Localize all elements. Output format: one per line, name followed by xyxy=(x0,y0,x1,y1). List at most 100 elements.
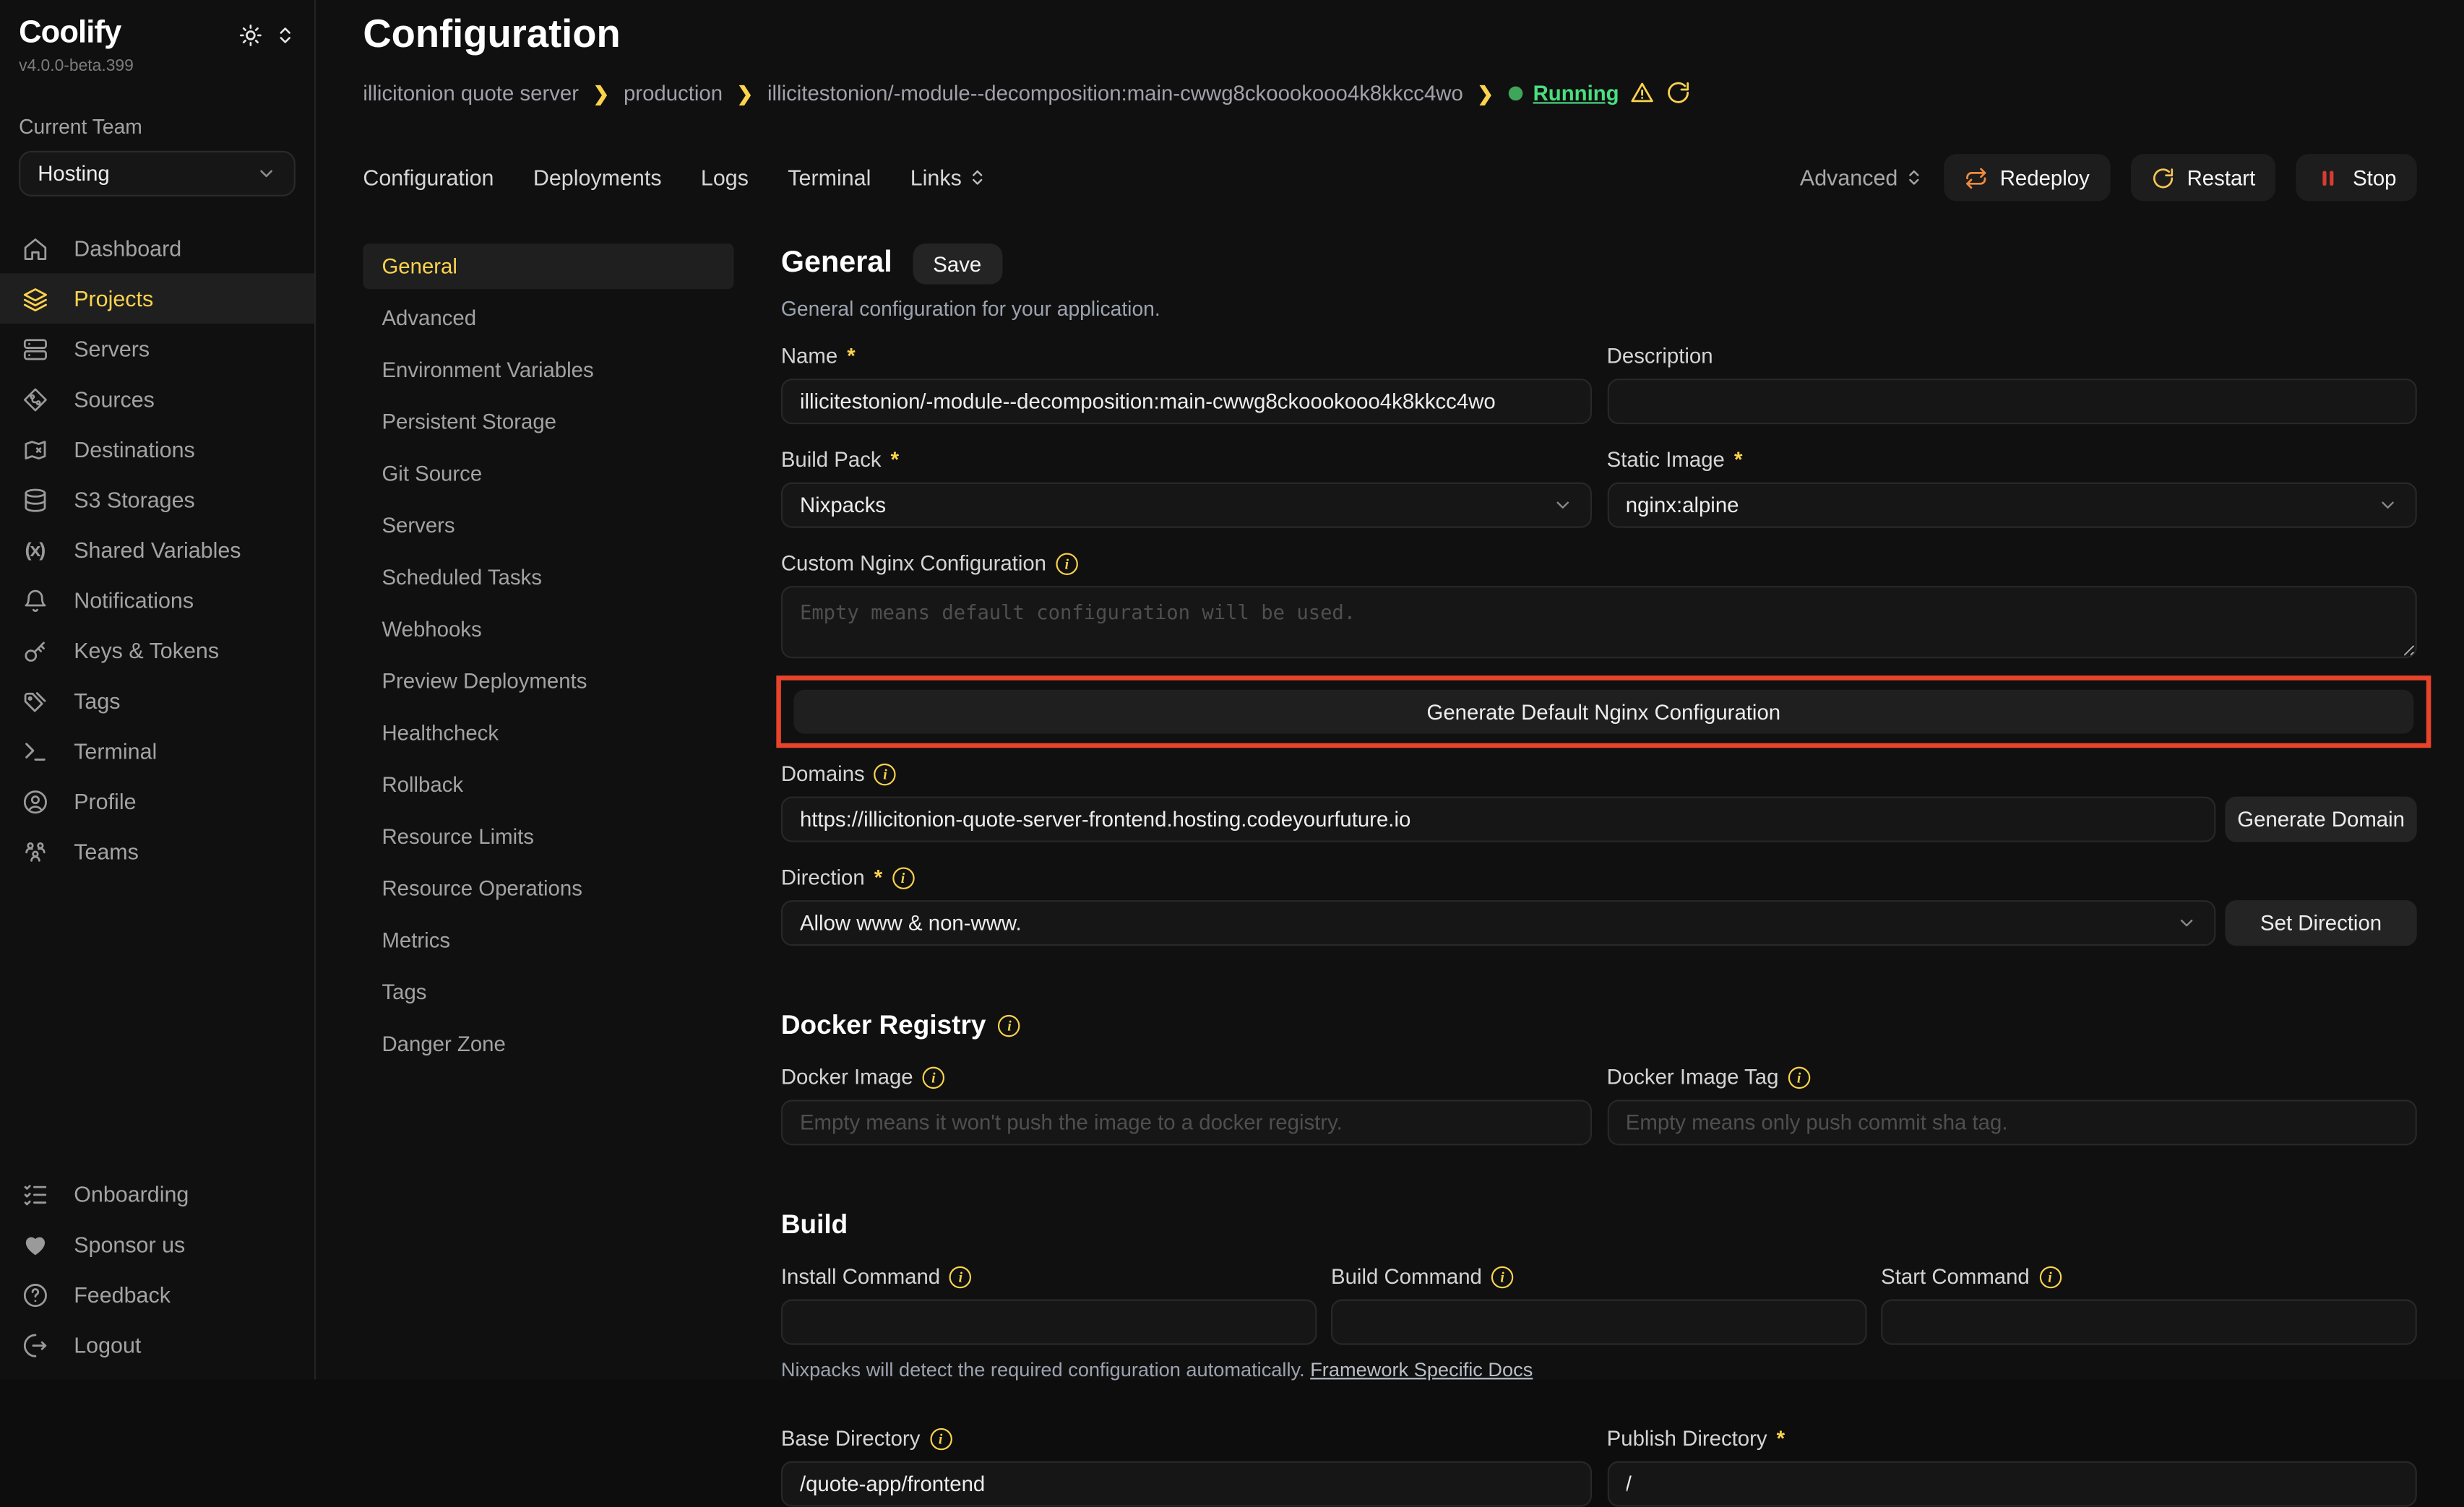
sidebar-item-feedback[interactable]: Feedback xyxy=(0,1270,314,1321)
breadcrumb: illicitonion quote server ❯ production ❯… xyxy=(363,80,2464,105)
config-nav-persistent-storage[interactable]: Persistent Storage xyxy=(363,399,733,444)
name-input[interactable] xyxy=(781,379,1591,424)
set-direction-button[interactable]: Set Direction xyxy=(2225,900,2416,946)
sidebar-item-servers[interactable]: Servers xyxy=(0,324,314,374)
key-icon xyxy=(20,637,48,664)
chevron-right-icon: ❯ xyxy=(593,81,610,105)
required-asterisk: * xyxy=(847,344,855,368)
theme-toggle-sun-icon[interactable] xyxy=(239,24,263,48)
start-command-input[interactable] xyxy=(1881,1300,2417,1345)
info-icon[interactable]: i xyxy=(923,1066,944,1088)
required-asterisk: * xyxy=(874,865,882,889)
info-icon[interactable]: i xyxy=(949,1266,971,1287)
nginx-config-label: Custom Nginx Configuration xyxy=(781,551,1046,575)
tab-configuration[interactable]: Configuration xyxy=(363,165,494,190)
chevrons-up-down-icon xyxy=(1904,168,1923,187)
static-image-select[interactable]: nginx:alpine xyxy=(1607,483,2417,528)
theme-select-chevrons-icon[interactable] xyxy=(275,25,296,46)
refresh-icon[interactable] xyxy=(1666,80,1692,105)
framework-docs-link[interactable]: Framework Specific Docs xyxy=(1310,1359,1533,1381)
generate-domain-button[interactable]: Generate Domain xyxy=(2225,797,2416,842)
info-icon[interactable]: i xyxy=(929,1428,951,1449)
breadcrumb-project[interactable]: illicitonion quote server xyxy=(363,81,579,105)
sidebar-item-shared-variables[interactable]: (x) Shared Variables xyxy=(0,524,314,575)
config-nav-advanced[interactable]: Advanced xyxy=(363,295,733,341)
sidebar-item-onboarding[interactable]: Onboarding xyxy=(0,1169,314,1219)
heart-icon xyxy=(20,1231,48,1258)
info-icon[interactable]: i xyxy=(2039,1266,2061,1287)
docker-image-input[interactable] xyxy=(781,1100,1591,1145)
sidebar-item-s3-storages[interactable]: S3 Storages xyxy=(0,475,314,525)
config-nav-metrics[interactable]: Metrics xyxy=(363,917,733,963)
help-circle-icon xyxy=(20,1282,48,1308)
base-directory-input[interactable] xyxy=(781,1461,1591,1507)
sidebar-item-terminal[interactable]: Terminal xyxy=(0,726,314,777)
config-nav-general[interactable]: General xyxy=(363,243,733,289)
config-nav-tags[interactable]: Tags xyxy=(363,970,733,1015)
breadcrumb-environment[interactable]: production xyxy=(624,81,723,105)
parentheses-x-icon: (x) xyxy=(20,539,48,561)
config-nav-git-source[interactable]: Git Source xyxy=(363,451,733,496)
info-icon[interactable]: i xyxy=(874,763,896,785)
config-nav-rollback[interactable]: Rollback xyxy=(363,762,733,808)
info-icon[interactable]: i xyxy=(1788,1066,1809,1088)
config-nav-scheduled-tasks[interactable]: Scheduled Tasks xyxy=(363,555,733,600)
chevron-down-icon xyxy=(2176,913,2197,933)
nginx-config-textarea[interactable] xyxy=(781,586,2417,658)
breadcrumb-application[interactable]: illicitestonion/-module--decomposition:m… xyxy=(767,81,1463,105)
team-select[interactable]: Hosting xyxy=(19,151,296,197)
config-nav-preview-deployments[interactable]: Preview Deployments xyxy=(363,658,733,704)
direction-select[interactable]: Allow www & non-www. xyxy=(781,900,2216,946)
sidebar-item-projects[interactable]: Projects xyxy=(0,273,314,324)
sidebar-item-profile[interactable]: Profile xyxy=(0,776,314,826)
tab-logs[interactable]: Logs xyxy=(701,165,749,190)
sidebar-item-dashboard[interactable]: Dashboard xyxy=(0,223,314,274)
tab-links[interactable]: Links xyxy=(910,165,987,190)
sidebar-item-destinations[interactable]: Destinations xyxy=(0,424,314,475)
tab-terminal[interactable]: Terminal xyxy=(788,165,871,190)
install-command-input[interactable] xyxy=(781,1300,1317,1345)
config-nav-resource-limits[interactable]: Resource Limits xyxy=(363,814,733,860)
stop-button[interactable]: Stop xyxy=(2296,154,2417,201)
info-icon[interactable]: i xyxy=(1056,552,1077,574)
current-team-label: Current Team xyxy=(19,115,296,139)
config-nav-environment-variables[interactable]: Environment Variables xyxy=(363,347,733,393)
docker-image-tag-input[interactable] xyxy=(1607,1100,2417,1145)
sidebar-item-sources[interactable]: Sources xyxy=(0,374,314,425)
stop-pause-icon xyxy=(2317,165,2340,189)
docker-image-label: Docker Image xyxy=(781,1065,913,1089)
sidebar-item-tags[interactable]: Tags xyxy=(0,675,314,726)
sidebar-item-keys-tokens[interactable]: Keys & Tokens xyxy=(0,626,314,676)
info-icon[interactable]: i xyxy=(999,1015,1020,1037)
description-input[interactable] xyxy=(1607,379,2417,424)
restart-button[interactable]: Restart xyxy=(2130,154,2275,201)
sidebar-item-label: Projects xyxy=(74,286,153,311)
tab-deployments[interactable]: Deployments xyxy=(533,165,662,190)
sidebar-item-sponsor[interactable]: Sponsor us xyxy=(0,1219,314,1270)
info-icon[interactable]: i xyxy=(1491,1266,1513,1287)
config-nav-servers[interactable]: Servers xyxy=(363,503,733,548)
general-subtitle: General configuration for your applicati… xyxy=(781,297,2417,321)
sidebar-item-teams[interactable]: Teams xyxy=(0,826,314,877)
build-command-input[interactable] xyxy=(1331,1300,1867,1345)
tags-icon xyxy=(20,687,48,714)
config-nav-healthcheck[interactable]: Healthcheck xyxy=(363,710,733,756)
advanced-dropdown[interactable]: Advanced xyxy=(1800,165,1923,190)
status-running-link[interactable]: Running xyxy=(1533,81,1619,105)
publish-directory-input[interactable] xyxy=(1607,1461,2417,1507)
config-nav-webhooks[interactable]: Webhooks xyxy=(363,606,733,652)
tab-bar: Configuration Deployments Logs Terminal … xyxy=(363,154,2416,201)
config-nav-danger-zone[interactable]: Danger Zone xyxy=(363,1022,733,1067)
sidebar-item-logout[interactable]: Logout xyxy=(0,1320,314,1370)
redeploy-button[interactable]: Redeploy xyxy=(1943,154,2110,201)
advanced-label: Advanced xyxy=(1800,165,1897,190)
domains-input[interactable] xyxy=(781,797,2216,842)
config-nav-resource-operations[interactable]: Resource Operations xyxy=(363,865,733,911)
build-pack-select[interactable]: Nixpacks xyxy=(781,483,1591,528)
generate-nginx-config-button[interactable]: Generate Default Nginx Configuration xyxy=(793,690,2413,734)
info-icon[interactable]: i xyxy=(892,866,913,888)
description-label: Description xyxy=(1607,344,1713,368)
warning-triangle-icon[interactable] xyxy=(1630,80,1655,105)
save-button[interactable]: Save xyxy=(913,243,1001,285)
sidebar-item-notifications[interactable]: Notifications xyxy=(0,575,314,626)
